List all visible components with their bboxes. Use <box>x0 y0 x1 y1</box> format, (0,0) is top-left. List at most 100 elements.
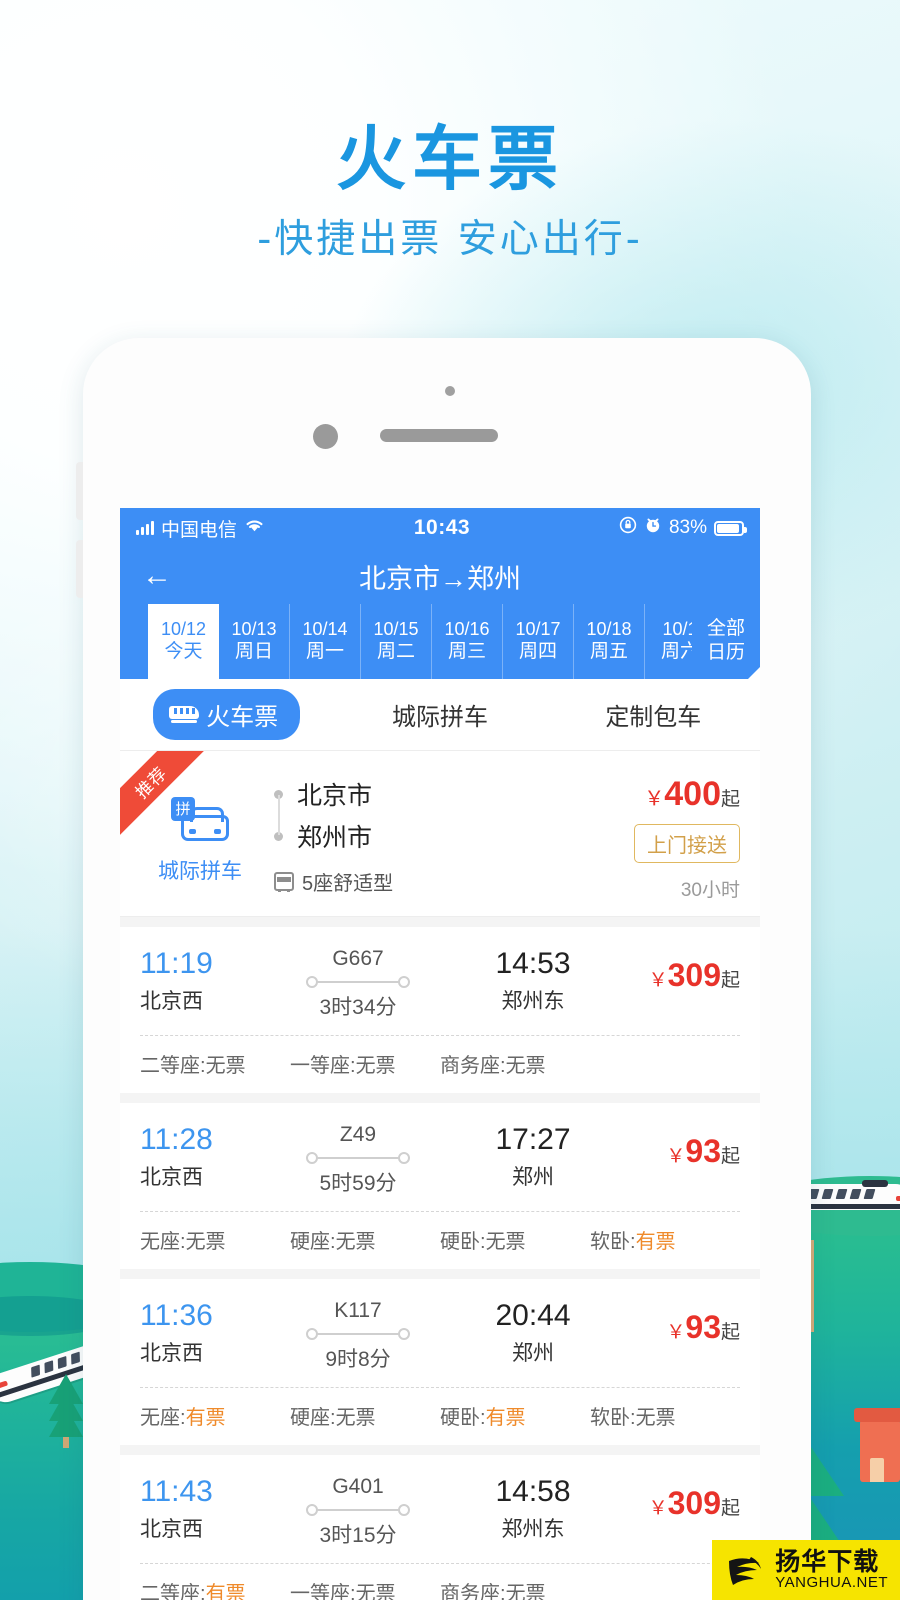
bus-icon <box>274 872 294 892</box>
train-price: ￥309起 <box>608 1473 740 1522</box>
calendar-line2: 日历 <box>706 642 745 663</box>
seat-item: 软卧:无票 <box>590 1401 740 1430</box>
arrive-station: 郑州东 <box>501 1517 565 1541</box>
train-code: Z49 <box>339 1123 377 1146</box>
seat-name: 硬卧: <box>440 1231 486 1253</box>
train-code: G401 <box>332 1475 384 1498</box>
date-tab-day: 周一 <box>305 641 344 663</box>
watermark-en-label: YANGHUA.NET <box>775 1574 888 1592</box>
date-tab-0[interactable]: 10/12 今天 <box>148 604 219 679</box>
seat-item: 商务座:无票 <box>440 1049 590 1078</box>
seat-availability-row: 二等座:无票 一等座:无票 商务座:无票 <box>140 1035 740 1093</box>
train-price: ￥309起 <box>608 945 740 994</box>
date-tab-6[interactable]: 10/18 周五 <box>574 604 645 679</box>
date-tab-3[interactable]: 10/15 周二 <box>361 604 432 679</box>
route-bar-icon <box>258 1502 458 1518</box>
nav-bar: ← 北京市→郑州 <box>120 548 760 604</box>
arrive-time: 20:44 <box>495 1299 571 1332</box>
carpool-price-value: 400 <box>664 775 721 813</box>
train-price: ￥93起 <box>608 1121 740 1170</box>
seat-status: 无票 <box>505 1583 546 1600</box>
route-bar-icon <box>258 1150 458 1166</box>
date-tab-5[interactable]: 10/17 周四 <box>503 604 574 679</box>
date-tab-date: 10/13 <box>231 619 277 640</box>
train-row[interactable]: 11:28 北京西 Z49 5时59分 17:27 郑州 ￥93起 无座:无票 … <box>120 1103 760 1269</box>
watermark-cn-label: 扬华下载 <box>775 1548 880 1576</box>
currency-symbol: ￥ <box>666 1322 686 1343</box>
date-tab-date: 10/18 <box>586 619 632 640</box>
wifi-icon <box>244 517 265 539</box>
train-price-value: 309 <box>667 957 721 993</box>
battery-percent-label: 83% <box>668 517 707 538</box>
seat-name: 硬座: <box>290 1407 336 1429</box>
seat-item: 一等座:无票 <box>290 1577 440 1600</box>
depart-station: 北京西 <box>140 1517 203 1541</box>
left-pine-tree-icon <box>44 1374 88 1450</box>
carpool-from-city: 北京市 <box>297 782 373 810</box>
arrive-time: 14:53 <box>495 947 571 980</box>
date-tab-date: 10/16 <box>444 619 490 640</box>
currency-symbol: ￥ <box>644 788 665 810</box>
seat-status: 无票 <box>205 1055 246 1077</box>
seat-status: 有票 <box>635 1231 676 1253</box>
train-price-value: 93 <box>685 1309 721 1345</box>
tab-custom-charter[interactable]: 定制包车 <box>547 697 760 732</box>
seat-name: 软卧: <box>590 1231 636 1253</box>
depart-station: 北京西 <box>140 1341 203 1365</box>
phone-front-camera <box>313 424 338 449</box>
date-tab-4[interactable]: 10/16 周三 <box>432 604 503 679</box>
seat-item: 硬座:无票 <box>290 1225 440 1254</box>
trip-duration: 3时15分 <box>319 1524 397 1547</box>
watermark-logo-icon <box>721 1547 767 1593</box>
train-code: G667 <box>332 947 384 970</box>
mode-tab-bar[interactable]: 火车票 城际拼车 定制包车 <box>120 679 760 751</box>
calendar-button[interactable]: 全部 日历 <box>692 604 760 679</box>
train-price-suffix: 起 <box>720 970 740 991</box>
back-arrow-icon[interactable]: ← <box>142 561 172 591</box>
arrive-station: 郑州 <box>512 1341 554 1365</box>
arrive-station: 郑州东 <box>501 989 565 1013</box>
depart-time: 11:43 <box>140 1475 213 1508</box>
train-row[interactable]: 11:19 北京西 G667 3时34分 14:53 郑州东 ￥309起 二等座… <box>120 927 760 1093</box>
date-tab-date: 10/12 <box>160 619 207 640</box>
phone-volume-up-button <box>76 462 83 520</box>
currency-symbol: ￥ <box>648 1498 668 1519</box>
seat-status: 无票 <box>355 1583 396 1600</box>
trip-duration: 3时34分 <box>319 996 397 1019</box>
train-row[interactable]: 11:43 北京西 G401 3时15分 14:58 郑州东 ￥309起 二等座… <box>120 1455 760 1600</box>
seat-availability-row: 无座: 无票 硬座:无票 硬卧:无票 软卧:有票 <box>140 1211 740 1269</box>
date-tab-2[interactable]: 10/14 周一 <box>290 604 361 679</box>
carpool-price-suffix: 起 <box>720 789 740 810</box>
carpool-icon-label: 城际拼车 <box>158 859 242 883</box>
carpool-price: ￥400起 <box>590 775 740 814</box>
phone-screen: 中国电信 10:43 83% ← 北京市→郑州 10/12 今天 10/13 周… <box>120 508 760 1600</box>
date-strip[interactable]: 10/12 今天 10/13 周日 10/14 周一 10/15 周二 10/1… <box>120 604 760 679</box>
seat-name: 二等座: <box>140 1583 206 1600</box>
seat-item-empty <box>590 1049 740 1078</box>
date-tab-date: 10/14 <box>302 619 348 640</box>
seat-name: 一等座: <box>290 1055 356 1077</box>
tab-train-ticket[interactable]: 火车票 <box>120 689 333 740</box>
seat-status: 无票 <box>355 1055 396 1077</box>
tab-intercity-carpool-label: 城际拼车 <box>391 704 488 731</box>
route-connector-line <box>278 795 280 835</box>
train-code: K117 <box>334 1299 382 1322</box>
phone-earpiece-speaker <box>380 429 498 442</box>
seat-item: 二等座:有票 <box>140 1577 290 1600</box>
calendar-line1: 全部 <box>706 618 745 640</box>
date-tab-1[interactable]: 10/13 周日 <box>219 604 290 679</box>
train-row[interactable]: 11:36 北京西 K117 9时8分 20:44 郑州 ￥93起 无座:有票 … <box>120 1279 760 1445</box>
seat-name: 无座: <box>140 1231 186 1253</box>
seat-item: 硬卧:无票 <box>440 1225 590 1254</box>
carpool-promo-card[interactable]: 推荐 拼 城际拼车 北京市 郑州市 5座舒适型 ￥400起 上门接送 30小时 <box>120 751 760 917</box>
seat-status: 有票 <box>205 1583 246 1600</box>
seat-item: 一等座:无票 <box>290 1049 440 1078</box>
arrive-station: 郑州 <box>512 1165 554 1189</box>
seat-name: 软卧: <box>590 1407 636 1429</box>
seat-status: 无票 <box>485 1231 526 1253</box>
depart-time: 11:19 <box>140 947 213 980</box>
depart-time: 11:28 <box>140 1123 213 1156</box>
seat-item: 二等座:无票 <box>140 1049 290 1078</box>
tab-intercity-carpool[interactable]: 城际拼车 <box>333 697 546 732</box>
right-house-icon <box>854 1408 900 1482</box>
